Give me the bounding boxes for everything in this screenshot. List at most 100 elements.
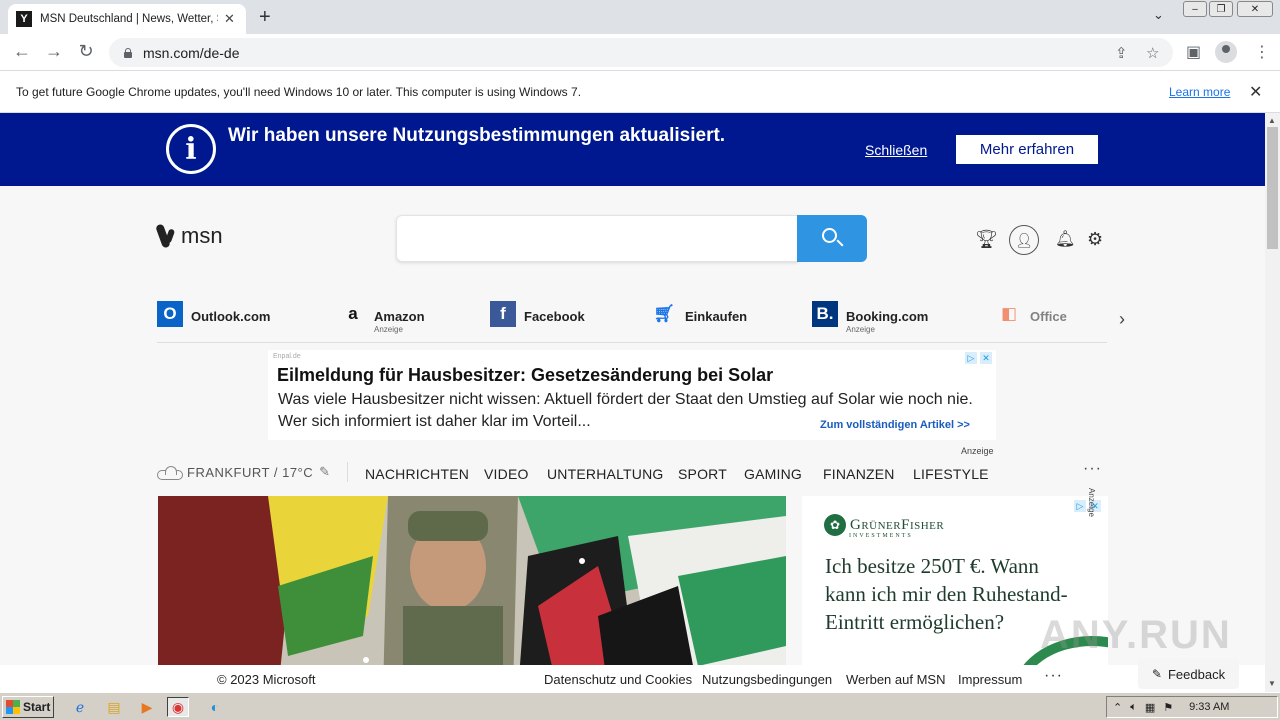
quick-link-title: Einkaufen (685, 309, 748, 324)
media-player-icon[interactable]: ▶ (136, 697, 158, 717)
footer-link-terms[interactable]: Nutzungsbedingungen (702, 672, 832, 687)
forward-arrow-icon[interactable]: → (43, 41, 65, 62)
rewards-trophy-icon[interactable]: 🏆︎ (975, 229, 998, 250)
windows-taskbar: Start ℯ ▤ ▶ ◉ ◐ ⌃ 🔈︎ ▦ ⚑ 9:33 AM (0, 692, 1280, 720)
browser-toolbar: ← → ↻ msn.com/de-de ⇪ ☆ ▣ ⋮ (0, 34, 1280, 71)
profile-avatar-icon[interactable] (1215, 41, 1237, 63)
scroll-thumb[interactable] (1267, 127, 1278, 249)
copyright-text: © 2023 Microsoft (217, 672, 316, 687)
nav-item-sport[interactable]: SPORT (678, 466, 727, 482)
tab-close-icon[interactable]: ✕ (224, 11, 235, 27)
page-viewport: i Wir haben unsere Nutzungsbestimmungen … (0, 113, 1265, 692)
notifications-bell-icon[interactable]: 🔔︎ (1055, 229, 1075, 249)
side-panel-icon[interactable]: ▣ (1186, 42, 1201, 62)
weather-widget[interactable]: FRANKFURT / 17°C ✎ (157, 464, 331, 480)
adchoices-icon[interactable]: ▷ (1074, 500, 1086, 512)
new-tab-icon[interactable]: + (259, 6, 271, 29)
side-ad[interactable]: ▷ ✕ ✿ GrünerFisher INVESTMENTS Ich besit… (802, 496, 1108, 692)
search-icon (822, 228, 837, 243)
fisher-logo-icon: ✿ (824, 514, 846, 536)
ad-close-icon[interactable]: ✕ (980, 352, 992, 364)
learn-more-link[interactable]: Learn more (1169, 85, 1230, 99)
nav-divider (347, 462, 348, 482)
scroll-up-arrow-icon[interactable]: ▲ (1268, 116, 1276, 125)
chrome-taskbar-icon[interactable]: ◉ (167, 697, 189, 717)
system-tray: ⌃ 🔈︎ ▦ ⚑ 9:33 AM (1106, 696, 1278, 718)
ad-label: Anzeige (961, 446, 994, 456)
file-explorer-icon[interactable]: ▤ (103, 697, 125, 717)
msn-butterfly-icon (157, 223, 177, 249)
weather-text: FRANKFURT / 17°C (187, 464, 314, 480)
internet-explorer-icon[interactable]: ℯ (69, 697, 91, 717)
ad-cta-link[interactable]: Zum vollständigen Artikel >> (820, 419, 970, 431)
edge-icon[interactable]: ◐ (204, 697, 226, 717)
volume-icon[interactable]: 🔈︎ (1130, 701, 1137, 714)
share-icon[interactable]: ⇪ (1115, 44, 1128, 62)
msn-favicon-icon: Y (16, 11, 32, 27)
hero-news-image[interactable] (158, 496, 786, 692)
page-scrollbar[interactable]: ▲ ▼ (1265, 113, 1280, 692)
nav-item-video[interactable]: VIDEO (484, 466, 529, 482)
adchoices-icon[interactable]: ▷ (965, 352, 977, 364)
action-center-flag-icon[interactable]: ⚑ (1163, 701, 1173, 714)
scroll-down-arrow-icon[interactable]: ▼ (1268, 679, 1276, 688)
browser-tab[interactable]: Y MSN Deutschland | News, Wetter, Sport … (8, 4, 246, 34)
feedback-button[interactable]: ✎ Feedback (1138, 659, 1239, 689)
footer-link-privacy[interactable]: Datenschutz und Cookies (544, 672, 692, 687)
nav-item-nachrichten[interactable]: NACHRICHTEN (365, 466, 469, 482)
quick-link-label: Amazon Anzeige (374, 301, 425, 334)
clock[interactable]: 9:33 AM (1189, 701, 1229, 713)
footer-more-icon[interactable]: ··· (1044, 667, 1063, 685)
ad-headline[interactable]: Eilmeldung für Hausbesitzer: Gesetzesänd… (277, 365, 773, 386)
tray-expand-icon[interactable]: ⌃ (1113, 701, 1122, 714)
sign-in-avatar-icon[interactable]: 👤︎ (1009, 225, 1039, 255)
nav-item-gaming[interactable]: GAMING (744, 466, 802, 482)
footer-link-imprint[interactable]: Impressum (958, 672, 1022, 687)
bookmark-star-icon[interactable]: ☆ (1146, 44, 1159, 62)
start-button[interactable]: Start (2, 696, 54, 718)
side-ad-headline[interactable]: Ich besitze 250T €. Wann kann ich mir de… (825, 552, 1075, 636)
learn-more-button[interactable]: Mehr erfahren (956, 135, 1098, 164)
back-arrow-icon[interactable]: ← (11, 41, 33, 62)
settings-gear-icon[interactable]: ⚙ (1087, 229, 1103, 250)
search-input[interactable] (396, 215, 798, 262)
hero-photo (158, 496, 786, 692)
msn-logo[interactable]: msn (157, 223, 223, 249)
chevron-right-icon[interactable]: › (1119, 309, 1125, 330)
reload-icon[interactable]: ↻ (75, 41, 97, 62)
close-window-button[interactable]: ✕ (1237, 1, 1273, 17)
nav-item-lifestyle[interactable]: LIFESTYLE (913, 466, 989, 482)
quick-link-label: Office (1030, 301, 1067, 325)
infobar-close-icon[interactable]: ✕ (1249, 82, 1262, 102)
restore-window-button[interactable]: ❐ (1209, 1, 1233, 17)
quick-link-outlook-com[interactable]: O Outlook.com (157, 301, 270, 327)
menu-kebab-icon[interactable]: ⋮ (1254, 42, 1270, 62)
banner-ad[interactable]: Enpal.de ▷ ✕ Eilmeldung für Hausbesitzer… (268, 350, 996, 440)
nav-item-finanzen[interactable]: FINANZEN (823, 466, 895, 482)
brand-sub: INVESTMENTS (849, 533, 913, 539)
feedback-label: Feedback (1167, 666, 1226, 682)
edit-pencil-icon[interactable]: ✎ (319, 464, 330, 480)
quick-link-booking-com[interactable]: B. Booking.com Anzeige (812, 301, 928, 334)
address-bar[interactable]: msn.com/de-de ⇪ ☆ (109, 38, 1173, 67)
quick-link-office[interactable]: ◧ Office (996, 301, 1067, 327)
nav-item-unterhaltung[interactable]: UNTERHALTUNG (547, 466, 663, 482)
url-text[interactable]: msn.com/de-de (143, 45, 239, 61)
quick-link-amazon[interactable]: a Amazon Anzeige (340, 301, 425, 334)
quick-link-label: Booking.com Anzeige (846, 301, 928, 334)
quick-link-label: Facebook (524, 301, 585, 325)
network-icon[interactable]: ▦ (1145, 701, 1155, 714)
lock-icon[interactable] (123, 47, 133, 58)
quick-link-facebook[interactable]: f Facebook (490, 301, 585, 327)
minimize-window-button[interactable]: – (1183, 1, 1207, 17)
tab-search-chevron-icon[interactable]: ⌄ (1153, 7, 1164, 23)
footer-link-advertise[interactable]: Werben auf MSN (846, 672, 945, 687)
quick-link-title: Outlook.com (191, 309, 271, 324)
quick-link-label: Outlook.com (191, 301, 270, 325)
notice-close-link[interactable]: Schließen (865, 142, 927, 158)
amazon-icon: a (348, 304, 358, 323)
quick-link-einkaufen[interactable]: 🛒︎ Einkaufen (651, 301, 747, 327)
nav-more-icon[interactable]: ··· (1083, 460, 1102, 478)
search-button[interactable] (797, 215, 867, 262)
quick-link-title: Booking.com (846, 309, 929, 324)
